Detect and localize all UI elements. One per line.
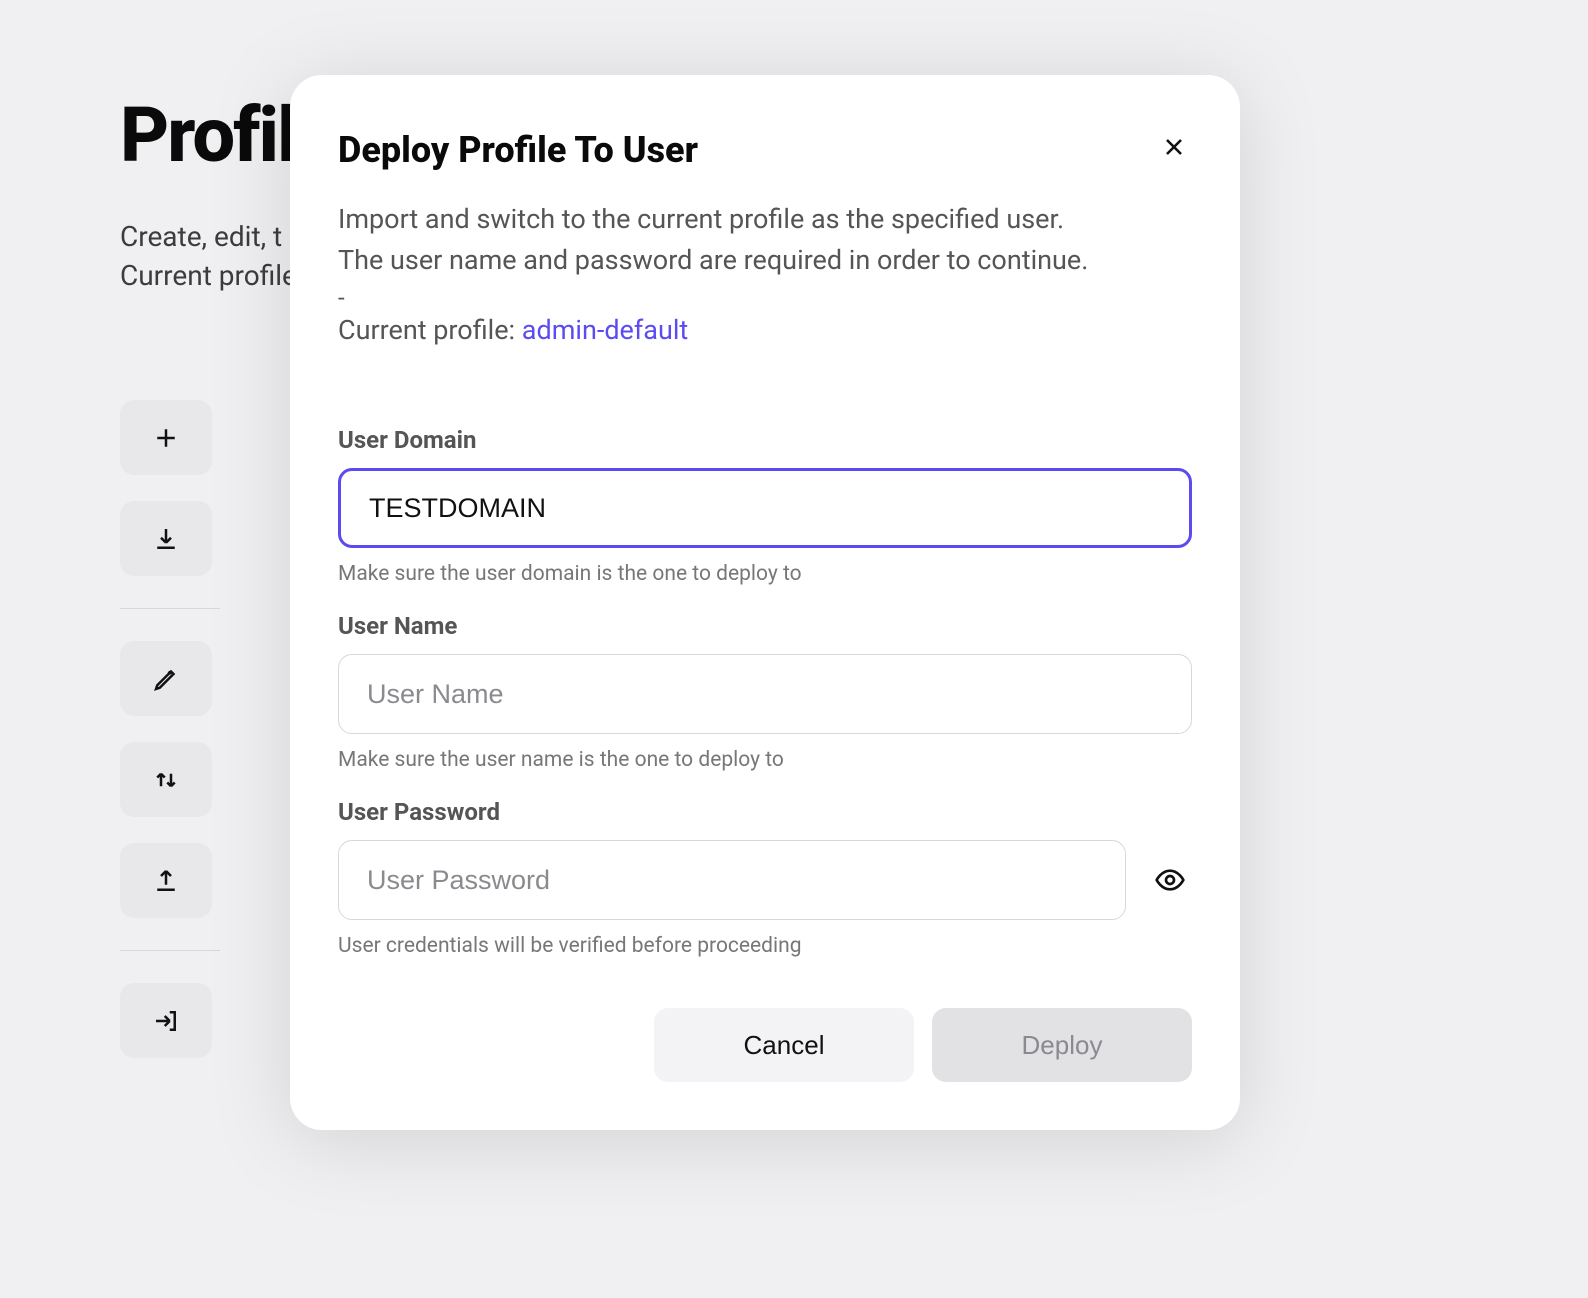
- close-button[interactable]: [1156, 129, 1192, 169]
- modal-desc-line1: Import and switch to the current profile…: [338, 199, 1192, 240]
- modal-desc-line2: The user name and password are required …: [338, 240, 1192, 281]
- modal-header: Deploy Profile To User: [338, 129, 1192, 171]
- close-icon: [1160, 133, 1188, 161]
- user-domain-field: User Domain Make sure the user domain is…: [338, 426, 1192, 586]
- current-profile-link[interactable]: admin-default: [522, 314, 688, 346]
- user-name-hint: Make sure the user name is the one to de…: [338, 748, 1192, 772]
- plus-icon: [151, 423, 181, 453]
- deploy-form: User Domain Make sure the user domain is…: [338, 426, 1192, 958]
- upload-button[interactable]: [120, 843, 212, 918]
- download-button[interactable]: [120, 501, 212, 576]
- updown-icon: [151, 765, 181, 795]
- user-domain-hint: Make sure the user domain is the one to …: [338, 562, 1192, 586]
- login-icon: [151, 1006, 181, 1036]
- user-password-field: User Password User credentials will be v…: [338, 798, 1192, 958]
- user-name-input[interactable]: [338, 654, 1192, 734]
- user-password-input[interactable]: [338, 840, 1126, 920]
- edit-button[interactable]: [120, 641, 212, 716]
- current-profile-prefix: Current profile:: [338, 314, 522, 346]
- separator: [120, 608, 220, 609]
- modal-footer: Cancel Deploy: [338, 1008, 1192, 1082]
- modal-wrapper: Deploy Profile To User Import and switch…: [290, 75, 1240, 1130]
- user-name-label: User Name: [338, 612, 1192, 640]
- user-name-field: User Name Make sure the user name is the…: [338, 612, 1192, 772]
- separator: [120, 950, 220, 951]
- pencil-icon: [151, 664, 181, 694]
- current-profile-line: Current profile: admin-default: [338, 314, 1192, 346]
- download-icon: [151, 524, 181, 554]
- plus-button[interactable]: [120, 400, 212, 475]
- toggle-password-button[interactable]: [1148, 858, 1192, 902]
- eye-icon: [1154, 864, 1186, 896]
- user-domain-label: User Domain: [338, 426, 1192, 454]
- user-password-label: User Password: [338, 798, 1192, 826]
- upload-icon: [151, 866, 181, 896]
- user-domain-input[interactable]: [338, 468, 1192, 548]
- deploy-profile-modal: Deploy Profile To User Import and switch…: [290, 75, 1240, 1130]
- modal-title: Deploy Profile To User: [338, 129, 698, 171]
- cancel-button[interactable]: Cancel: [654, 1008, 914, 1082]
- user-password-hint: User credentials will be verified before…: [338, 934, 1192, 958]
- sort-button[interactable]: [120, 742, 212, 817]
- login-button[interactable]: [120, 983, 212, 1058]
- dash-separator: -: [338, 284, 1192, 312]
- password-row: [338, 840, 1192, 920]
- modal-description: Import and switch to the current profile…: [338, 199, 1192, 280]
- sidebar-icon-column: [120, 400, 220, 1058]
- deploy-button[interactable]: Deploy: [932, 1008, 1192, 1082]
